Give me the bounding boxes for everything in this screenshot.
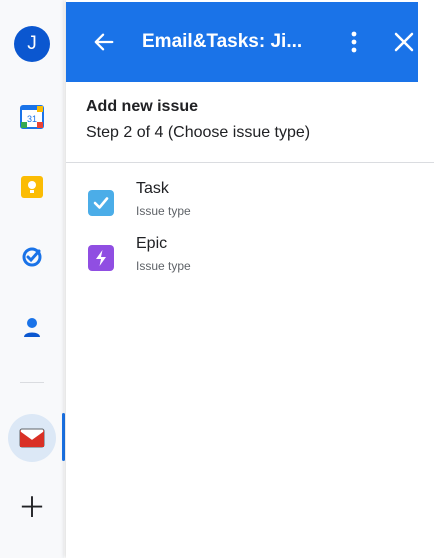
back-button[interactable] bbox=[90, 28, 118, 56]
epic-lightning-icon bbox=[88, 245, 114, 271]
arrow-left-icon bbox=[94, 33, 114, 51]
avatar: J bbox=[14, 26, 50, 62]
step-title: Add new issue bbox=[86, 98, 199, 115]
calendar-app-button[interactable]: 31 bbox=[0, 89, 64, 145]
side-rail: J 31 ＋ bbox=[0, 0, 64, 558]
email-tasks-app-button[interactable] bbox=[0, 410, 64, 466]
issue-type-task[interactable]: Task Issue type bbox=[66, 180, 434, 230]
calendar-day: 31 bbox=[27, 114, 37, 124]
step-subtitle: Step 2 of 4 (Choose issue type) bbox=[86, 124, 311, 141]
close-button[interactable] bbox=[390, 28, 418, 56]
add-app-button[interactable]: ＋ bbox=[0, 480, 64, 536]
tasks-icon bbox=[22, 247, 42, 267]
more-vert-icon bbox=[351, 31, 357, 53]
contacts-icon bbox=[24, 318, 40, 337]
issue-type-epic[interactable]: Epic Issue type bbox=[66, 235, 434, 285]
panel-header: Email&Tasks: Ji... bbox=[66, 2, 418, 82]
issue-type-name: Epic bbox=[136, 235, 168, 252]
active-app-highlight bbox=[8, 414, 56, 462]
task-checkbox-icon bbox=[88, 190, 114, 216]
keep-icon bbox=[21, 176, 43, 198]
keep-app-button[interactable] bbox=[0, 159, 64, 215]
panel-title: Email&Tasks: Ji... bbox=[142, 31, 303, 52]
tasks-app-button[interactable] bbox=[0, 229, 64, 285]
issue-type-name: Task bbox=[136, 180, 169, 197]
account-avatar[interactable]: J bbox=[0, 16, 64, 72]
rail-divider bbox=[20, 382, 44, 383]
issue-type-label: Issue type bbox=[136, 259, 191, 273]
issue-type-label: Issue type bbox=[136, 204, 191, 218]
active-indicator bbox=[62, 413, 65, 461]
mail-icon bbox=[19, 428, 45, 448]
divider bbox=[66, 162, 434, 163]
addon-panel: Email&Tasks: Ji... Add new issue Step 2 … bbox=[66, 0, 434, 558]
calendar-icon: 31 bbox=[20, 105, 44, 129]
more-options-button[interactable] bbox=[342, 28, 366, 56]
close-icon bbox=[394, 32, 414, 52]
contacts-app-button[interactable] bbox=[0, 299, 64, 355]
step-header: Add new issue Step 2 of 4 (Choose issue … bbox=[86, 98, 310, 142]
add-icon: ＋ bbox=[17, 492, 46, 523]
